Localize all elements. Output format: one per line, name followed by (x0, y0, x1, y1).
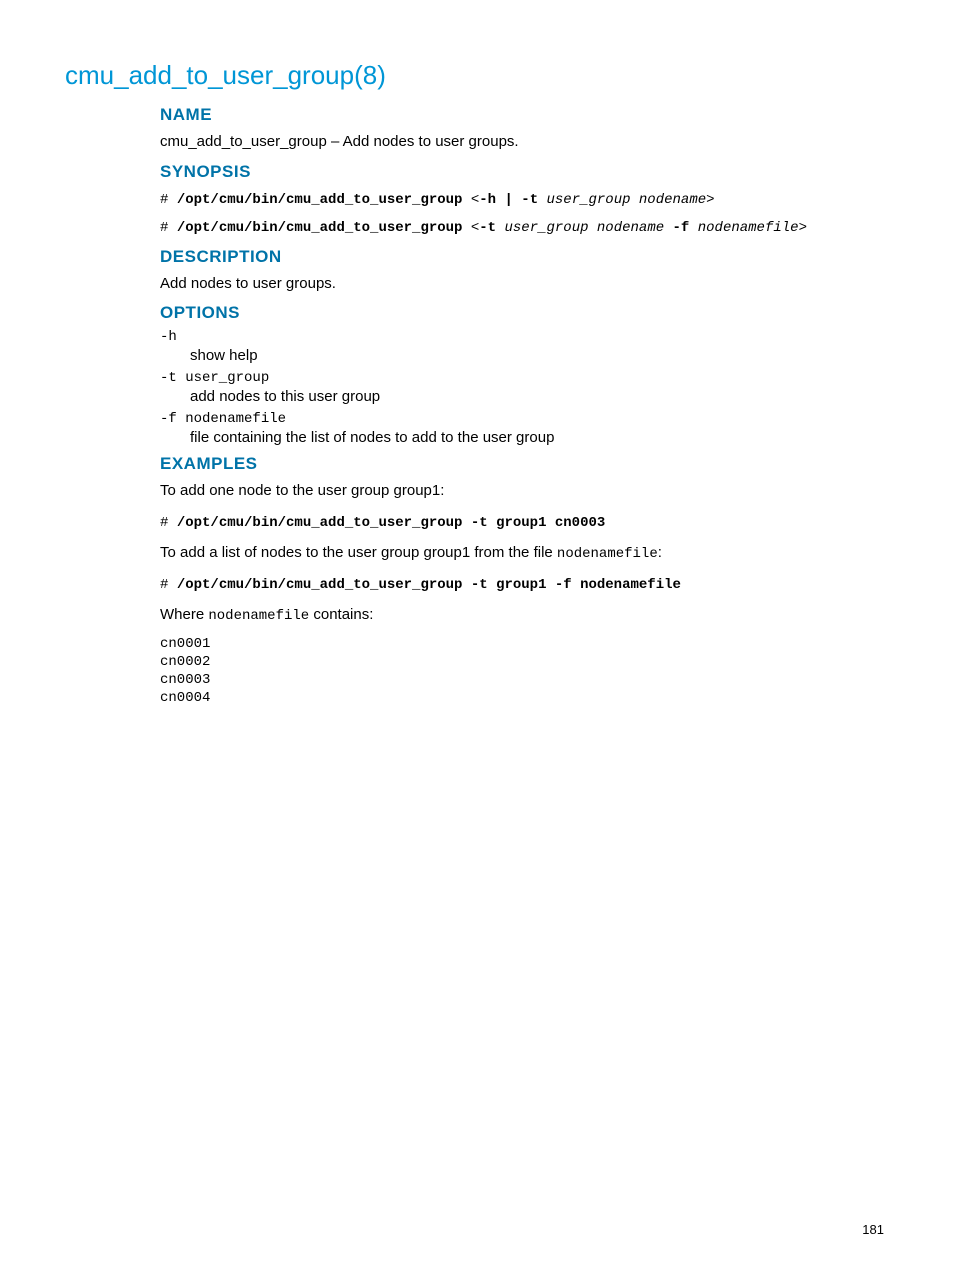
synopsis-path: /opt/cmu/bin/cmu_add_to_user_group (177, 192, 463, 208)
synopsis-bracket: < (462, 220, 479, 236)
section-name-heading: NAME (160, 105, 884, 125)
synopsis-flag2: -f (664, 220, 689, 236)
synopsis-bracket: < (462, 192, 479, 208)
example-filename: nodenamefile (557, 546, 658, 562)
example-file-content: cn0001 cn0002 cn0003 cn0004 (160, 635, 884, 708)
example-where-b: contains: (309, 606, 373, 623)
synopsis-path: /opt/cmu/bin/cmu_add_to_user_group (177, 220, 463, 236)
section-description-heading: DESCRIPTION (160, 247, 884, 267)
synopsis-flags: -t (479, 220, 496, 236)
option-desc-f: file containing the list of nodes to add… (190, 429, 884, 446)
section-synopsis-heading: SYNOPSIS (160, 162, 884, 182)
example-where: Where nodenamefile contains: (160, 604, 884, 627)
option-flag-f: -f nodenamefile (160, 411, 884, 427)
example-command-1: # /opt/cmu/bin/cmu_add_to_user_group -t … (160, 511, 884, 534)
synopsis-args2: nodenamefile (689, 220, 798, 236)
example-intro-2: To add a list of nodes to the user group… (160, 542, 884, 565)
synopsis-hash: # (160, 192, 177, 208)
synopsis-line-2: # /opt/cmu/bin/cmu_add_to_user_group <-t… (160, 216, 884, 239)
name-text: cmu_add_to_user_group – Add nodes to use… (160, 131, 884, 154)
synopsis-line-1: # /opt/cmu/bin/cmu_add_to_user_group <-h… (160, 188, 884, 211)
example-intro-2a: To add a list of nodes to the user group… (160, 544, 557, 561)
synopsis-args: user_group nodename (538, 192, 706, 208)
example-where-a: Where (160, 606, 208, 623)
example-intro-1: To add one node to the user group group1… (160, 480, 884, 503)
page-number: 181 (862, 1222, 884, 1237)
synopsis-bracket: > (799, 220, 807, 236)
description-text: Add nodes to user groups. (160, 273, 884, 296)
example-hash: # (160, 577, 177, 593)
example-command-2: # /opt/cmu/bin/cmu_add_to_user_group -t … (160, 573, 884, 596)
example-where-file: nodenamefile (208, 608, 309, 624)
section-examples-heading: EXAMPLES (160, 454, 884, 474)
synopsis-hash: # (160, 220, 177, 236)
synopsis-bracket: > (706, 192, 714, 208)
example-cmd-text: /opt/cmu/bin/cmu_add_to_user_group -t gr… (177, 577, 681, 593)
page-title: cmu_add_to_user_group(8) (65, 60, 884, 91)
section-options-heading: OPTIONS (160, 303, 884, 323)
synopsis-flags: -h | -t (479, 192, 538, 208)
option-desc-h: show help (190, 347, 884, 364)
example-hash: # (160, 515, 177, 531)
option-flag-t: -t user_group (160, 370, 884, 386)
example-cmd-text: /opt/cmu/bin/cmu_add_to_user_group -t gr… (177, 515, 605, 531)
example-intro-2b: : (658, 544, 662, 561)
synopsis-args: user_group nodename (496, 220, 664, 236)
option-flag-h: -h (160, 329, 884, 345)
option-desc-t: add nodes to this user group (190, 388, 884, 405)
